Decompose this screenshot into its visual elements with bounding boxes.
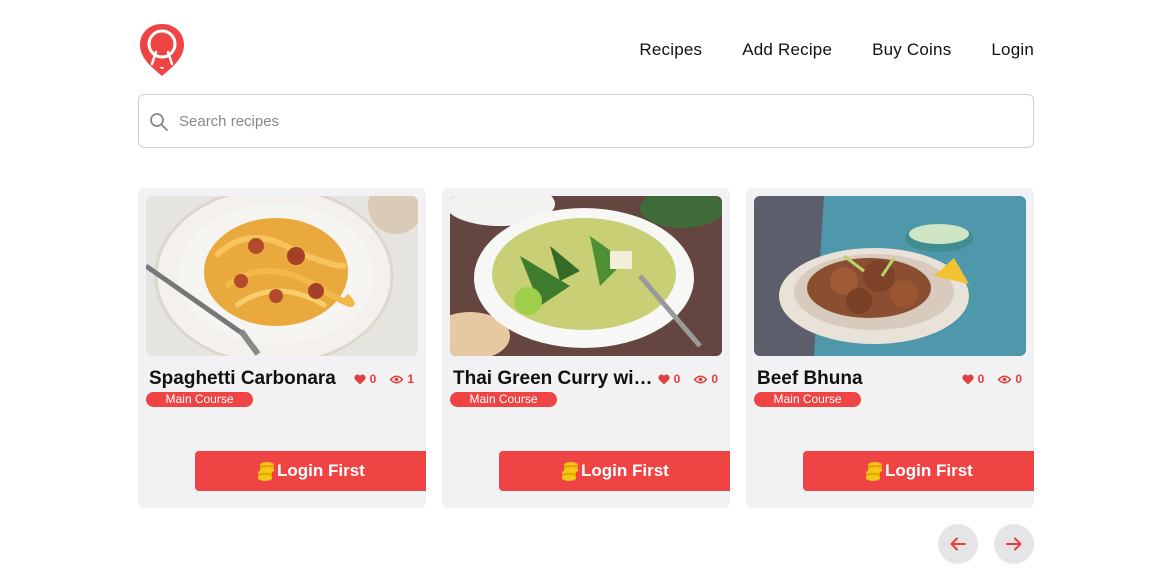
recipe-card[interactable]: Thai Green Curry with Tofu 0 0 Main Cour… (442, 188, 730, 508)
eye-icon (998, 375, 1012, 383)
coins-icon (866, 462, 882, 481)
recipe-card[interactable]: Spaghetti Carbonara 0 1 Main Course Logi… (138, 188, 426, 508)
search-bar (138, 94, 1034, 148)
search-icon (150, 113, 168, 131)
nav-buy-coins[interactable]: Buy Coins (872, 40, 951, 60)
recipe-title[interactable]: Spaghetti Carbonara (149, 368, 336, 390)
eye-icon (694, 375, 708, 383)
nav-recipes[interactable]: Recipes (639, 40, 702, 60)
heart-icon (658, 374, 670, 384)
login-first-label: Login First (885, 461, 973, 480)
coins-icon (562, 462, 578, 481)
recipe-title[interactable]: Thai Green Curry with Tofu (453, 368, 658, 390)
logo[interactable] (138, 22, 186, 78)
nav-login[interactable]: Login (991, 40, 1034, 60)
header: Recipes Add Recipe Buy Coins Login (138, 22, 1034, 78)
category-badge: Main Course (754, 392, 861, 407)
category-badge: Main Course (146, 392, 253, 407)
carousel-pager (938, 524, 1034, 564)
recipe-stats: 0 1 (354, 372, 414, 386)
likes-count: 0 (673, 372, 681, 386)
main-nav: Recipes Add Recipe Buy Coins Login (639, 40, 1034, 60)
views-count: 1 (407, 372, 414, 386)
coins-icon (258, 462, 274, 481)
login-first-button[interactable]: Login First (499, 451, 730, 491)
recipe-carousel: Spaghetti Carbonara 0 1 Main Course Logi… (138, 188, 1034, 508)
nav-add-recipe[interactable]: Add Recipe (742, 40, 832, 60)
category-badge: Main Course (450, 392, 557, 407)
likes-count: 0 (977, 372, 985, 386)
login-first-label: Login First (277, 461, 365, 480)
next-button[interactable] (994, 524, 1034, 564)
recipe-title[interactable]: Beef Bhuna (757, 368, 863, 390)
recipe-stats: 0 0 (658, 372, 718, 386)
heart-icon (962, 374, 974, 384)
recipe-card[interactable]: Beef Bhuna 0 0 Main Course Login First (746, 188, 1034, 508)
login-first-button[interactable]: Login First (195, 451, 426, 491)
arrow-left-icon (950, 537, 966, 551)
views-count: 0 (1015, 372, 1022, 386)
search-input[interactable] (179, 95, 1019, 147)
eye-icon (390, 375, 404, 383)
login-first-label: Login First (581, 461, 669, 480)
recipe-image[interactable] (146, 196, 418, 356)
map-pin-spoon-fork-icon (140, 24, 184, 76)
heart-icon (354, 374, 366, 384)
arrow-right-icon (1006, 537, 1022, 551)
views-count: 0 (711, 372, 718, 386)
likes-count: 0 (369, 372, 377, 386)
recipe-image[interactable] (450, 196, 722, 356)
recipe-image[interactable] (754, 196, 1026, 356)
prev-button[interactable] (938, 524, 978, 564)
recipe-stats: 0 0 (962, 372, 1022, 386)
login-first-button[interactable]: Login First (803, 451, 1034, 491)
